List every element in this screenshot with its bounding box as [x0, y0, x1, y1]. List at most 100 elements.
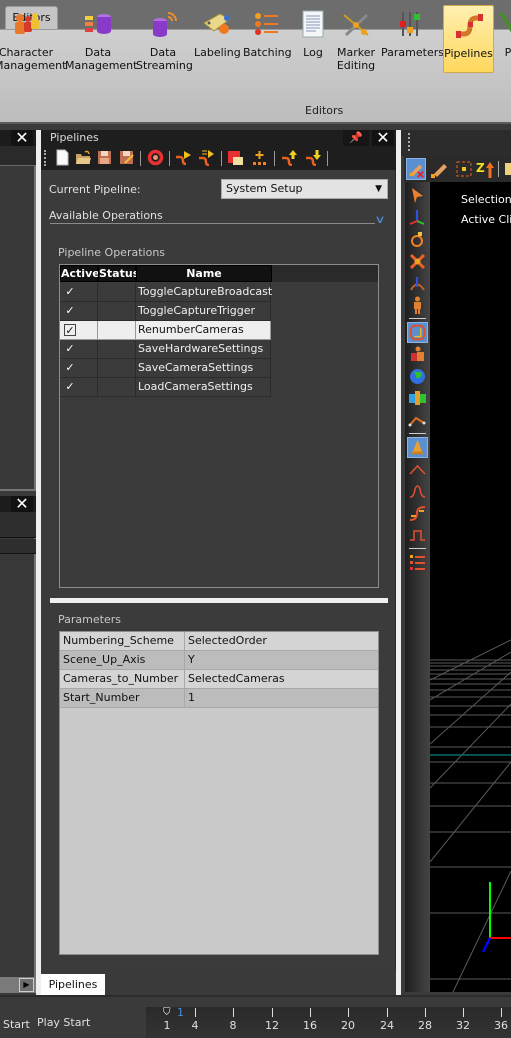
- close-icon[interactable]: ✕: [11, 130, 33, 146]
- globe-icon[interactable]: [407, 366, 428, 387]
- caret-curve-icon[interactable]: [407, 459, 428, 480]
- operation-name: ToggleCaptureBroadcast: [136, 283, 272, 302]
- skeleton-icon[interactable]: [407, 295, 428, 316]
- ribbon-button-character-management[interactable]: Character Management: [0, 5, 66, 73]
- active-checkbox[interactable]: ✓: [64, 305, 76, 317]
- bone-axis-icon[interactable]: [407, 273, 428, 294]
- current-pipeline-select[interactable]: System Setup ▼: [221, 179, 388, 199]
- parameter-row[interactable]: Scene_Up_Axis Y: [60, 651, 378, 670]
- cameras-icon[interactable]: [407, 388, 428, 409]
- ribbon-group-label: Editors: [305, 104, 344, 117]
- ribbon-label: Streaming: [136, 59, 193, 72]
- timeline-tick-label: 20: [341, 1019, 355, 1032]
- splitter[interactable]: [396, 130, 401, 1000]
- select-arrow-icon[interactable]: [407, 185, 428, 206]
- save-icon[interactable]: [96, 149, 113, 166]
- list-icon[interactable]: [407, 552, 428, 573]
- bell-curve-icon[interactable]: [407, 481, 428, 502]
- table-row[interactable]: ✓ ToggleCaptureTrigger: [60, 302, 271, 321]
- square-wave-icon[interactable]: [407, 525, 428, 546]
- parameter-value[interactable]: 1: [185, 689, 378, 708]
- active-checkbox[interactable]: ✓: [64, 362, 76, 374]
- timeline-tick-label: 4: [191, 1019, 199, 1032]
- ribbon-button-labeling[interactable]: Labeling: [194, 5, 241, 73]
- table-row-selected[interactable]: ✓ RenumberCameras: [60, 321, 271, 340]
- marker-icon[interactable]: [227, 149, 244, 166]
- status-cell: [98, 340, 136, 359]
- refresh-icon[interactable]: [147, 149, 164, 166]
- splitter[interactable]: [50, 598, 388, 603]
- move-down-icon[interactable]: [305, 149, 322, 166]
- parameters-label: Parameters: [58, 613, 121, 626]
- timeline-tick-label: 12: [265, 1019, 279, 1032]
- 3d-viewport[interactable]: [430, 182, 511, 992]
- open-icon[interactable]: [75, 149, 92, 166]
- parameter-row[interactable]: Start_Number 1: [60, 689, 378, 708]
- ribbon-button-probe[interactable]: P: [498, 5, 511, 73]
- frame-selection-icon[interactable]: [454, 158, 474, 180]
- ribbon-button-data-management[interactable]: Data Management: [65, 5, 137, 73]
- marker-cone-icon[interactable]: [407, 437, 428, 458]
- toolbar-grip[interactable]: [44, 150, 46, 166]
- parameter-row[interactable]: Numbering_Scheme SelectedOrder: [60, 632, 378, 651]
- close-icon[interactable]: ✕: [372, 130, 394, 146]
- column-header-active[interactable]: Active: [60, 265, 100, 282]
- chevron-down-icon[interactable]: ∨: [374, 213, 385, 226]
- parameter-value[interactable]: SelectedCameras: [185, 670, 378, 689]
- active-checkbox[interactable]: ✓: [64, 343, 76, 355]
- table-row[interactable]: ✓ ToggleCaptureBroadcast: [60, 283, 272, 302]
- pin-icon[interactable]: 📌: [343, 130, 369, 146]
- column-header-name[interactable]: Name: [136, 265, 272, 282]
- save-as-icon[interactable]: [118, 149, 135, 166]
- rotate-icon[interactable]: [407, 229, 428, 250]
- rigid-body-icon[interactable]: [407, 322, 428, 343]
- table-row[interactable]: ✓ LoadCameraSettings: [60, 378, 271, 397]
- table-row[interactable]: ✓ SaveCameraSettings: [60, 359, 271, 378]
- active-checkbox[interactable]: ✓: [64, 286, 76, 298]
- ribbon-button-parameters[interactable]: Parameters: [381, 5, 444, 73]
- run-all-icon[interactable]: [198, 149, 215, 166]
- active-checkbox[interactable]: ✓: [64, 324, 76, 337]
- ribbon-button-log[interactable]: Log: [298, 5, 328, 73]
- parameter-row[interactable]: Cameras_to_Number SelectedCameras: [60, 670, 378, 689]
- data-management-icon: [85, 14, 111, 34]
- close-icon[interactable]: ✕: [11, 496, 33, 512]
- bone-icon[interactable]: [429, 158, 449, 180]
- parameter-value[interactable]: SelectedOrder: [185, 632, 378, 651]
- clear-selection-icon[interactable]: [406, 158, 426, 180]
- smoothing-icon[interactable]: [407, 503, 428, 524]
- available-operations-header[interactable]: Available Operations: [49, 209, 163, 222]
- ribbon-label: Management: [65, 59, 138, 72]
- pipelines-panel-titlebar: Pipelines 📌 ✕: [41, 130, 396, 146]
- table-row[interactable]: ✓ SaveHardwareSettings: [60, 340, 271, 359]
- add-operation-icon[interactable]: [251, 149, 268, 166]
- scale-icon[interactable]: [407, 251, 428, 272]
- ribbon-button-batching[interactable]: Batching: [243, 5, 292, 73]
- ribbon-label: Parameters: [381, 46, 444, 59]
- z-up-icon[interactable]: Z: [475, 158, 495, 180]
- active-checkbox[interactable]: ✓: [64, 381, 76, 393]
- parameter-value[interactable]: Y: [185, 651, 378, 670]
- toolbar-grip[interactable]: [408, 133, 410, 151]
- ribbon-button-marker-editing[interactable]: Marker Editing: [335, 5, 377, 73]
- ribbon-button-pipelines[interactable]: Pipelines: [443, 5, 494, 73]
- axis-icon[interactable]: [407, 207, 428, 228]
- toolbar-separator: [140, 151, 141, 166]
- ribbon-label: Data: [149, 46, 177, 59]
- scroll-right-icon[interactable]: ▶: [19, 978, 34, 992]
- playhead-icon[interactable]: ⛉: [163, 1007, 171, 1019]
- new-icon[interactable]: [54, 149, 71, 166]
- ribbon-button-data-streaming[interactable]: Data Streaming: [136, 5, 193, 73]
- pipeline-operations-label: Pipeline Operations: [58, 246, 166, 259]
- layers-icon[interactable]: [503, 158, 511, 180]
- move-up-icon[interactable]: [281, 149, 298, 166]
- run-icon[interactable]: [175, 149, 192, 166]
- parameter-key: Start_Number: [60, 689, 185, 708]
- left-panel-bottom: [0, 512, 36, 977]
- bone-chain-icon[interactable]: [407, 410, 428, 431]
- column-header-status[interactable]: Status: [98, 265, 139, 282]
- skeleton-asset-icon[interactable]: [407, 344, 428, 365]
- tab-pipelines[interactable]: Pipelines: [41, 974, 105, 995]
- ribbon-label: Editing: [336, 59, 376, 72]
- toolbar-separator: [498, 161, 499, 177]
